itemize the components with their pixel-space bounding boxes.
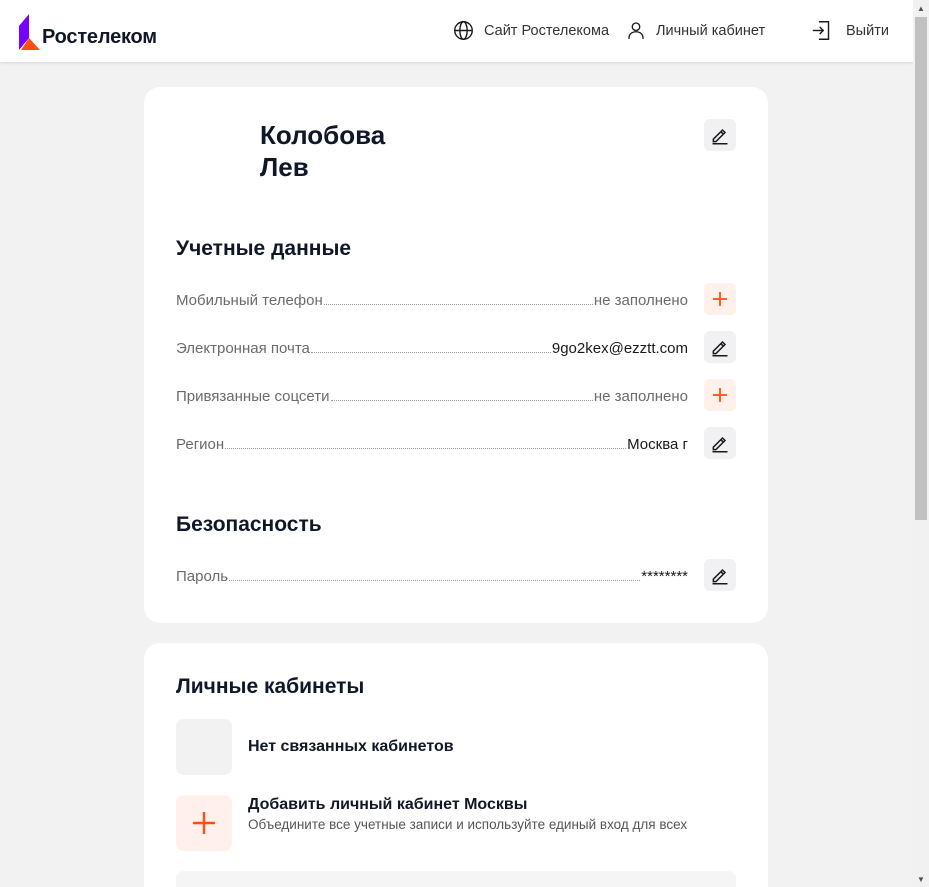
add-cabinet-title[interactable]: Добавить личный кабинет Москвы	[248, 796, 527, 814]
email-label: Электронная почта	[176, 340, 310, 357]
logo-icon	[19, 14, 40, 50]
add-cabinet-subtitle: Объедините все учетные записи и использу…	[248, 817, 688, 832]
phone-label: Мобильный телефон	[176, 292, 323, 309]
edit-region-button[interactable]	[704, 427, 736, 459]
next-item-partial	[176, 871, 736, 887]
pencil-icon	[712, 436, 728, 453]
add-socials-button[interactable]	[704, 379, 736, 411]
socials-value: не заполнено	[593, 388, 688, 405]
nav-cabinet-label: Личный кабинет	[656, 22, 766, 39]
pencil-icon	[712, 340, 728, 357]
edit-password-button[interactable]	[704, 559, 736, 591]
socials-row: Привязанные соцсети не заполнено	[176, 385, 688, 405]
logout-button[interactable]: Выйти	[811, 20, 889, 41]
empty-cabinet-placeholder	[176, 719, 232, 775]
region-value: Москва г	[627, 436, 688, 453]
nav-cabinet-link[interactable]: Личный кабинет	[626, 20, 765, 41]
user-icon	[628, 22, 644, 39]
pencil-icon	[712, 568, 728, 585]
dotted-leader	[229, 580, 641, 581]
profile-first-name: Лев	[260, 152, 309, 182]
email-row: Электронная почта 9go2kex@ezztt.com	[176, 337, 688, 357]
plus-icon	[713, 388, 727, 402]
scroll-up-arrow[interactable]: ▲	[913, 0, 929, 16]
region-row: Регион Москва г	[176, 433, 688, 453]
cabinets-card: Личные кабинеты Нет связанных кабинетов …	[144, 643, 768, 887]
logout-icon	[812, 21, 830, 40]
dotted-leader	[323, 304, 593, 305]
pencil-icon	[712, 128, 728, 145]
region-label: Регион	[176, 436, 225, 453]
socials-label: Привязанные соцсети	[176, 388, 330, 405]
edit-name-button[interactable]	[704, 119, 736, 151]
logout-label: Выйти	[846, 22, 889, 39]
scrollbar[interactable]: ▲ ▼	[913, 0, 929, 887]
password-label: Пароль	[176, 568, 229, 585]
security-title: Безопасность	[176, 513, 322, 536]
nav-site-link[interactable]: Сайт Ростелекома	[453, 20, 609, 41]
scroll-thumb[interactable]	[915, 17, 927, 520]
dotted-leader	[310, 352, 551, 353]
add-phone-button[interactable]	[704, 283, 736, 315]
password-row: Пароль ********	[176, 565, 688, 585]
globe-icon	[454, 21, 473, 40]
phone-value: не заполнено	[593, 292, 688, 309]
profile-card: Колобова Лев Учетные данные Мобильный те…	[144, 87, 768, 623]
cabinets-title: Личные кабинеты	[176, 675, 365, 698]
account-data-title: Учетные данные	[176, 237, 352, 260]
dotted-leader	[225, 448, 627, 449]
plus-icon	[713, 292, 727, 306]
edit-email-button[interactable]	[704, 331, 736, 363]
no-cabinets-label: Нет связанных кабинетов	[248, 738, 454, 755]
password-value: ********	[641, 568, 688, 585]
brand-name: Ростелеком	[42, 26, 157, 48]
email-value: 9go2kex@ezztt.com	[551, 340, 688, 357]
profile-last-name: Колобова	[260, 120, 386, 150]
phone-row: Мобильный телефон не заполнено	[176, 289, 688, 309]
header: Ростелеком Сайт Ростелекома Личный кабин…	[0, 0, 913, 62]
nav-site-label: Сайт Ростелекома	[484, 22, 610, 39]
scroll-down-arrow[interactable]: ▼	[913, 871, 929, 887]
plus-icon	[193, 812, 215, 834]
rostelecom-logo[interactable]: Ростелеком	[18, 14, 157, 50]
profile-name: Колобова Лев	[260, 119, 385, 183]
dotted-leader	[330, 400, 593, 401]
add-cabinet-button[interactable]	[176, 795, 232, 851]
